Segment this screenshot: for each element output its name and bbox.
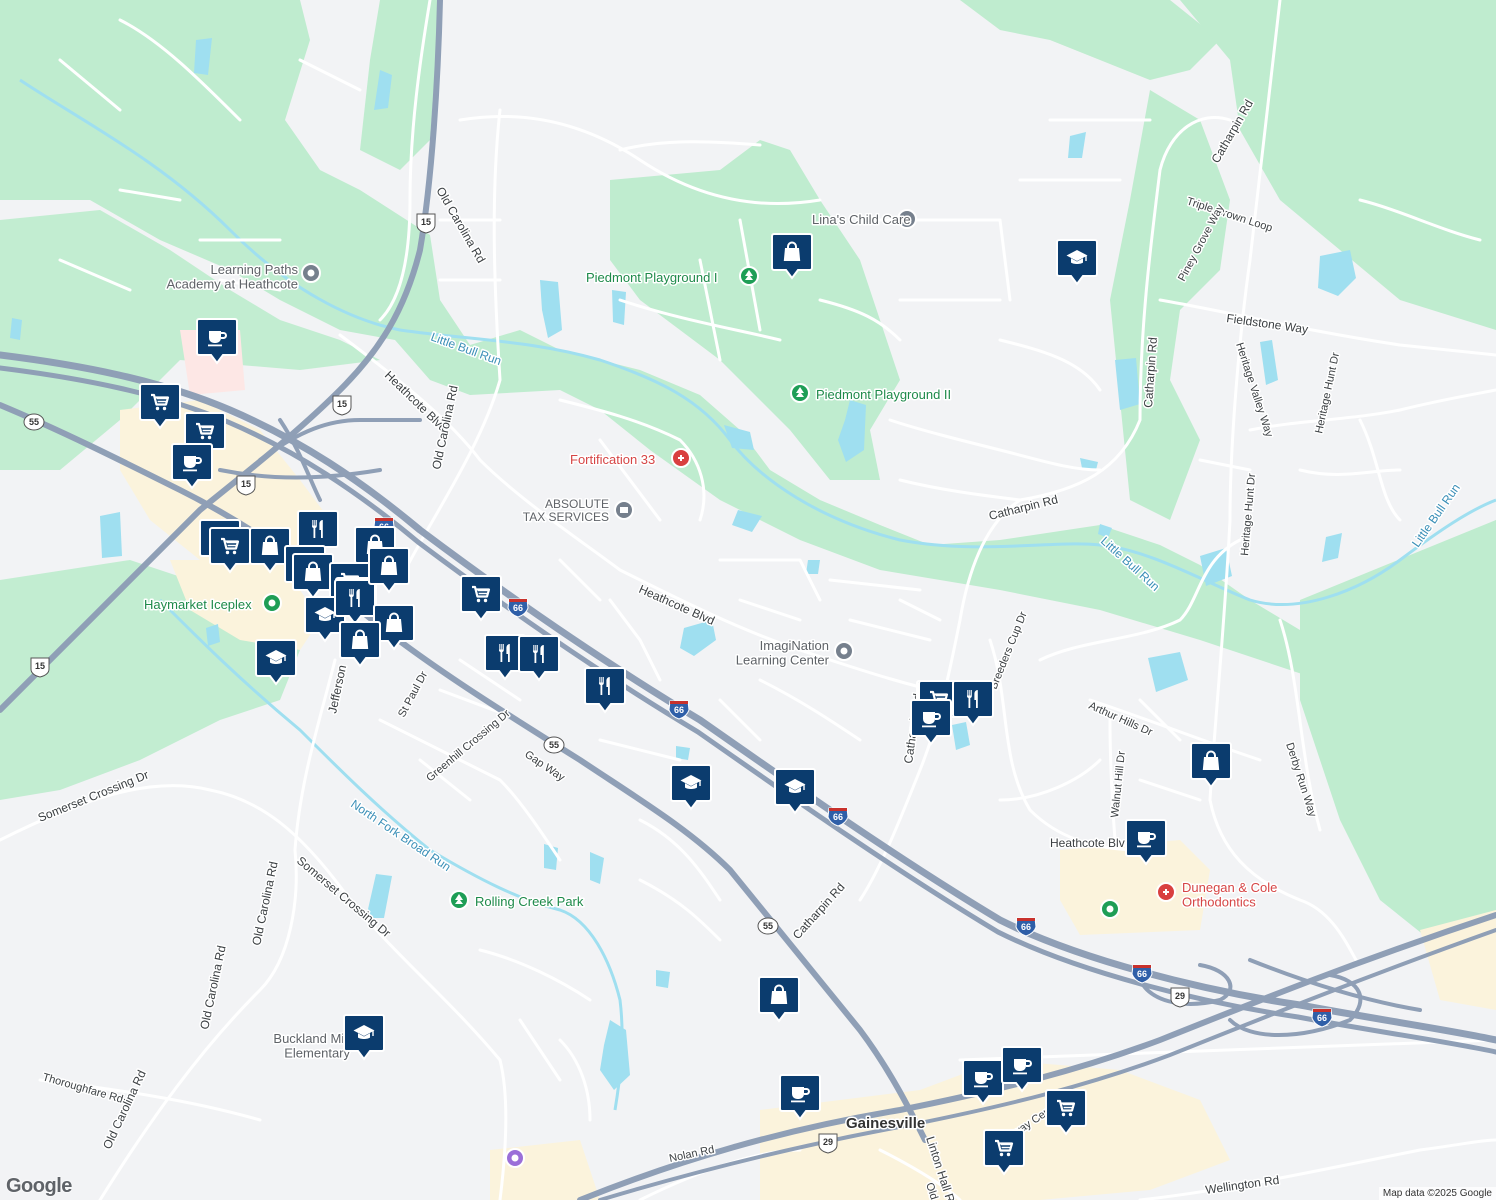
svg-text:15: 15 xyxy=(421,217,431,227)
cap-marker[interactable] xyxy=(1056,239,1098,286)
poi-buckland-mill-elementary-label: Buckland Mill Elementary xyxy=(273,1031,350,1060)
poi-piedmont-playground-i-label: Piedmont Playground I xyxy=(586,270,718,285)
svg-text:66: 66 xyxy=(513,603,523,613)
poi-park-unnamed[interactable] xyxy=(1100,899,1120,919)
svg-text:66: 66 xyxy=(674,705,684,715)
poi-piedmont-playground-ii[interactable]: Piedmont Playground II xyxy=(790,383,953,404)
cart-marker[interactable] xyxy=(460,575,502,622)
svg-text:55: 55 xyxy=(763,921,773,931)
shield-us-29: 29 xyxy=(818,1133,838,1154)
street-label: Heritage Hunt Dr xyxy=(1313,351,1342,435)
google-logo: Google xyxy=(6,1175,72,1197)
map-canvas[interactable]: 15 15 15 15 55 55 55 29 29 66 66 66 66 6… xyxy=(0,0,1496,1200)
fork-marker[interactable] xyxy=(518,635,560,682)
street-label: Heritage Hunt Dr xyxy=(1239,473,1258,557)
poi-rolling-creek-park[interactable]: Rolling Creek Park xyxy=(449,890,585,911)
poi-purple[interactable] xyxy=(505,1148,525,1168)
svg-text:29: 29 xyxy=(1175,991,1185,1001)
poi-buckland-mill-elementary[interactable]: Buckland Mill Elementary xyxy=(272,1030,352,1062)
svg-text:66: 66 xyxy=(1021,922,1031,932)
street-label: Greenhill Crossing Dr xyxy=(424,707,513,784)
poi-haymarket-iceplex-label: Haymarket Iceplex xyxy=(144,597,252,612)
shield-va-55: 55 xyxy=(543,736,565,754)
poi-imagination-learning-center-label: ImagiNation Learning Center xyxy=(736,638,830,667)
street-label: Old Carolina Rd xyxy=(249,860,280,946)
shield-va-55: 55 xyxy=(23,413,45,431)
shield-va-55: 55 xyxy=(757,917,779,935)
street-label: Wellington Rd xyxy=(1204,1173,1280,1197)
shield-i-66: 66 xyxy=(507,598,529,618)
fork-marker[interactable] xyxy=(952,680,994,727)
street-label: Old Carolina Rd xyxy=(433,185,488,266)
bag-marker[interactable] xyxy=(758,976,800,1023)
street-label: Derby Run Way xyxy=(1283,741,1318,819)
street-label: Old Carolina Rd xyxy=(197,944,228,1030)
poi-linas-child-care[interactable]: Lina's Child Care xyxy=(811,209,917,229)
bag-marker[interactable] xyxy=(339,621,381,668)
street-label: Fieldstone Way xyxy=(1226,311,1309,336)
poi-absolute-tax-services[interactable]: ABSOLUTE TAX SERVICES xyxy=(521,496,634,526)
shield-us-15: 15 xyxy=(30,657,50,678)
street-label: St Paul Dr xyxy=(396,669,430,719)
shield-us-15: 15 xyxy=(332,395,352,416)
locality-gainesville: Gainesville xyxy=(846,1115,925,1132)
stream-label: North Fork Broad Run xyxy=(348,797,453,874)
poi-fortification-33-label: Fortification 33 xyxy=(570,452,655,467)
poi-linas-child-care-label: Lina's Child Care xyxy=(812,212,911,227)
svg-text:55: 55 xyxy=(29,417,39,427)
poi-rolling-creek-park-label: Rolling Creek Park xyxy=(475,894,584,909)
cap-marker[interactable] xyxy=(343,1014,385,1061)
svg-text:15: 15 xyxy=(241,479,251,489)
bag-marker[interactable] xyxy=(1190,742,1232,789)
svg-text:66: 66 xyxy=(1317,1013,1327,1023)
svg-text:29: 29 xyxy=(823,1137,833,1147)
poi-absolute-tax-services-label: ABSOLUTE TAX SERVICES xyxy=(523,497,609,524)
map-attribution: Map data ©2025 Google xyxy=(1378,1187,1496,1200)
shield-us-15: 15 xyxy=(416,213,436,234)
poi-dunegan-cole-orthodontics-label: Dunegan & Cole Orthodontics xyxy=(1182,880,1277,909)
svg-text:15: 15 xyxy=(337,399,347,409)
svg-text:66: 66 xyxy=(833,812,843,822)
cap-marker[interactable] xyxy=(670,764,712,811)
street-label: Heathcote Blvd xyxy=(1050,836,1131,850)
fork-marker[interactable] xyxy=(584,667,626,714)
poi-piedmont-playground-ii-label: Piedmont Playground II xyxy=(816,387,951,402)
street-label: Heathcote Blvd xyxy=(637,582,717,628)
street-label: Gap Way xyxy=(522,749,567,785)
shield-us-29: 29 xyxy=(1170,987,1190,1008)
shield-us-15: 15 xyxy=(236,475,256,496)
svg-text:15: 15 xyxy=(35,661,45,671)
street-label: Catharpin Rd xyxy=(790,880,848,942)
svg-text:55: 55 xyxy=(549,740,559,750)
svg-text:66: 66 xyxy=(1137,969,1147,979)
